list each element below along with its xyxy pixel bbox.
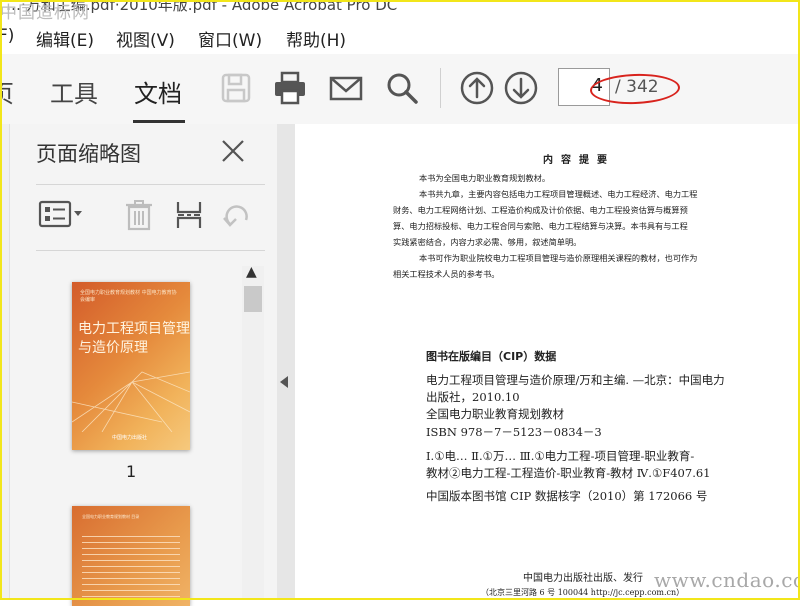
cip-line-2: 出版社，2010.10 [426,390,520,404]
page-thumbnails-panel: 页面缩略图 ▲ 全国电力职业教育规划教材 中国电力教育协会编审 电力工程项目管理… [10,124,277,606]
menu-file[interactable]: F) [0,26,14,46]
panel-divider [36,184,265,185]
cover-title-line-1: 电力工程项目管理 [78,321,190,337]
pdf-page: 内容提要 本书为全国电力职业教育规划教材。 本书共九章，主要内容包括电力工程项目… [295,124,800,600]
cip-line-5: Ⅰ.①电… Ⅱ.①万… Ⅲ.①电力工程-项目管理-职业教育- [426,449,695,463]
summary-line-5: 实践紧密结合，内容力求必需、够用，叙述简单明。 [393,237,582,247]
cip-heading: 图书在版编目（CIP）数据 [426,350,557,363]
publisher-line: 中国电力出版社出版、发行 [523,573,643,584]
save-icon[interactable] [218,70,254,106]
thumbnail-2-header: 全国电力职业教育规划教材 目录 [82,514,140,519]
summary-line-1: 本书为全国电力职业教育规划教材。 [419,173,551,183]
collapse-panel-arrow-icon[interactable] [280,376,288,388]
watermark-bottom: www.cndao.com [654,568,800,592]
page-up-icon[interactable] [459,70,495,106]
cip-line-4: ISBN 978－7－5123－0834－3 [426,425,602,439]
summary-title: 内容提要 [543,155,615,166]
tab-home[interactable]: 页 [0,74,14,109]
cover-title-line-2: 与造价原理 [78,340,148,356]
active-tab-indicator [133,120,185,123]
thumbnail-label: 1 [126,462,137,481]
summary-line-3: 财务、电力工程网络计划、工程造价构成及计价依据、电力工程投资估算与概算预 [393,205,688,215]
search-icon[interactable] [384,70,420,106]
toolbar-separator [440,68,441,108]
page-thumbnail-1[interactable]: 全国电力职业教育规划教材 中国电力教育协会编审 电力工程项目管理 与造价原理 中… [72,282,190,450]
thumbnail-scrollbar[interactable] [242,266,264,600]
cip-line-3: 全国电力职业教育规划教材 [426,407,564,421]
summary-line-7: 相关工程技术人员的参考书。 [393,269,500,279]
cover-publisher: 中国电力出版社 [112,435,148,441]
panel-title: 页面缩略图 [36,142,141,166]
insert-page-icon[interactable] [172,198,206,232]
delete-icon[interactable] [122,198,156,232]
scroll-up-arrow-icon[interactable]: ▲ [246,264,257,280]
summary-line-4: 算、电力招标投标、电力工程合同与索赔、电力工程结算与决算。本书具有与工程 [393,221,688,231]
menu-window[interactable]: 窗口(W) [198,26,262,51]
email-icon[interactable] [328,70,364,106]
summary-line-6: 本书可作为职业院校电力工程项目管理与造价原理相关课程的教材，也可作为 [419,253,698,263]
thumbnail-2-content [82,536,180,602]
rotate-icon[interactable] [220,198,254,232]
title-bar: …·万和主编.pdf·2010年版.pdf - Adobe Acrobat Pr… [0,0,800,20]
cover-series-text: 全国电力职业教育规划教材 中国电力教育协会编审 [80,290,177,303]
cip-line-1: 电力工程项目管理与造价原理/万和主编. —北京：中国电力 [426,373,725,387]
thumbnail-options-icon[interactable] [38,198,84,230]
menu-help[interactable]: 帮助(H) [286,26,346,51]
watermark-top: 中国造标网 [0,3,90,20]
page-thumbnail-2[interactable]: 全国电力职业教育规划教材 目录 [72,506,190,606]
summary-line-2: 本书共九章，主要内容包括电力工程项目管理概述、电力工程经济、电力工程 [419,189,698,199]
cover-title: 电力工程项目管理 与造价原理 [78,320,190,358]
menu-edit[interactable]: 编辑(E) [36,26,94,51]
cover-wireframe-graphic [72,371,190,432]
main-toolbar: 页 工具 文档 4 / 342 [0,54,800,125]
tab-document[interactable]: 文档 [134,74,182,109]
scrollbar-thumb[interactable] [244,286,262,312]
cip-line-6: 教材②电力工程-工程造价-职业教育-教材 Ⅳ.①F407.61 [426,466,711,480]
menu-bar: F) 编辑(E) 视图(V) 窗口(W) 帮助(H) [0,22,800,54]
tab-tools[interactable]: 工具 [50,74,98,109]
menu-view[interactable]: 视图(V) [116,26,175,51]
left-nav-strip [0,124,10,600]
page-down-icon[interactable] [503,70,539,106]
close-icon[interactable] [220,138,246,164]
panel-divider-2 [36,250,265,251]
cip-line-7: 中国版本图书馆 CIP 数据核字（2010）第 172066 号 [426,489,708,503]
print-icon[interactable] [272,70,308,106]
